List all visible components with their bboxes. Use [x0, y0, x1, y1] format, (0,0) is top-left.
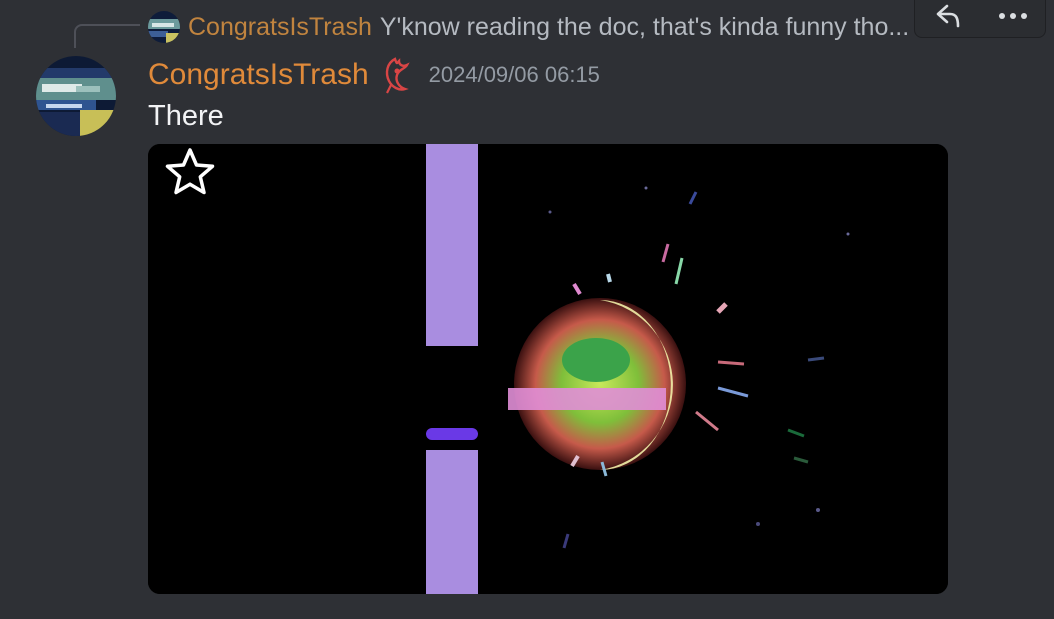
more-icon [998, 13, 1027, 19]
star-icon [165, 148, 215, 195]
avatar[interactable] [36, 56, 116, 136]
message-header: CongratsIsTrash 2024/09/06 06:15 [148, 54, 600, 96]
media-gif[interactable] [148, 144, 948, 594]
chat-message-area: CongratsIsTrash Y'know reading the doc, … [0, 0, 1054, 619]
role-icon[interactable] [381, 55, 411, 95]
message-toolbar [914, 0, 1046, 38]
reply-icon [936, 4, 959, 28]
author-name[interactable]: CongratsIsTrash [148, 58, 369, 92]
more-options-button[interactable] [993, 0, 1033, 33]
reply-avatar[interactable] [148, 11, 180, 43]
message-content: There [148, 100, 224, 132]
reply-button[interactable] [928, 0, 968, 33]
reply-preview-text[interactable]: Y'know reading the doc, that's kinda fun… [380, 13, 909, 42]
favorite-gif-button[interactable] [162, 144, 218, 200]
reply-author-name[interactable]: CongratsIsTrash [188, 13, 372, 42]
reply-connector [74, 24, 140, 48]
message-timestamp: 2024/09/06 06:15 [428, 62, 600, 87]
reply-reference[interactable]: CongratsIsTrash Y'know reading the doc, … [148, 10, 978, 44]
gif-frame [148, 144, 948, 594]
